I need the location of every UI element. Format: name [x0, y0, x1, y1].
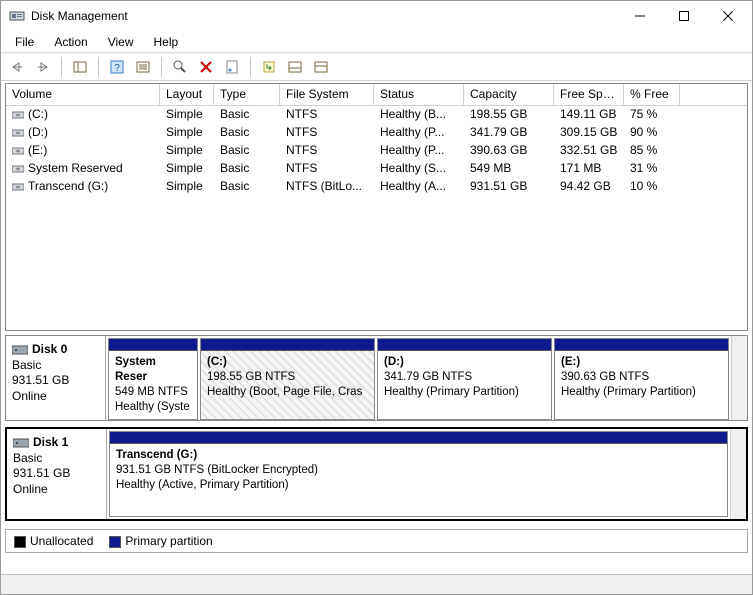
col-free-space[interactable]: Free Spa... — [554, 84, 624, 105]
explore-icon[interactable] — [168, 56, 192, 78]
disk-0-size: 931.51 GB — [12, 373, 99, 389]
col-type[interactable]: Type — [214, 84, 280, 105]
col-volume[interactable]: Volume — [6, 84, 160, 105]
disk-1-size: 931.51 GB — [13, 466, 100, 482]
partition-d[interactable]: (D:) 341.79 GB NTFS Healthy (Primary Par… — [377, 338, 552, 420]
volume-row[interactable]: System ReservedSimpleBasicNTFSHealthy (S… — [6, 160, 747, 178]
disk-1-header: Disk 1 Basic 931.51 GB Online — [7, 429, 107, 519]
drive-icon — [12, 128, 26, 138]
svg-text:?: ? — [114, 63, 120, 74]
status-bar — [1, 574, 752, 594]
disk-0-state: Online — [12, 389, 99, 405]
drive-icon — [12, 110, 26, 120]
bottom-settings-icon[interactable] — [283, 56, 307, 78]
col-pct-free[interactable]: % Free — [624, 84, 680, 105]
menu-action[interactable]: Action — [44, 33, 97, 51]
volume-row[interactable]: (D:)SimpleBasicNTFSHealthy (P...341.79 G… — [6, 124, 747, 142]
help-icon[interactable]: ? — [105, 56, 129, 78]
volume-row[interactable]: (C:)SimpleBasicNTFSHealthy (B...198.55 G… — [6, 106, 747, 124]
legend: Unallocated Primary partition — [5, 529, 748, 553]
col-file-system[interactable]: File System — [280, 84, 374, 105]
properties-icon[interactable] — [220, 56, 244, 78]
drive-icon — [12, 146, 26, 156]
title-bar: Disk Management — [1, 1, 752, 31]
disk-1-type: Basic — [13, 451, 100, 467]
col-layout[interactable]: Layout — [160, 84, 214, 105]
disk-icon — [12, 344, 28, 356]
volume-list: Volume Layout Type File System Status Ca… — [5, 83, 748, 331]
disk-0-name: Disk 0 — [32, 342, 67, 356]
volume-row[interactable]: Transcend (G:)SimpleBasicNTFS (BitLo...H… — [6, 178, 747, 196]
window-title: Disk Management — [31, 9, 618, 23]
drive-icon — [12, 164, 26, 174]
menu-view[interactable]: View — [98, 33, 144, 51]
menu-file[interactable]: File — [5, 33, 44, 51]
disk-1-state: Online — [13, 482, 100, 498]
scrollbar[interactable] — [730, 429, 746, 519]
partition-system-reserved[interactable]: System Reser 549 MB NTFS Healthy (Syste — [108, 338, 198, 420]
col-status[interactable]: Status — [374, 84, 464, 105]
disk-0-type: Basic — [12, 358, 99, 374]
disk-graphical-view: Disk 0 Basic 931.51 GB Online System Res… — [5, 335, 748, 527]
partition-c[interactable]: (C:) 198.55 GB NTFS Healthy (Boot, Page … — [200, 338, 375, 420]
menu-help[interactable]: Help — [144, 33, 189, 51]
disk-1-name: Disk 1 — [33, 435, 68, 449]
delete-icon[interactable] — [194, 56, 218, 78]
volume-row[interactable]: (E:)SimpleBasicNTFSHealthy (P...390.63 G… — [6, 142, 747, 160]
disk-1-row[interactable]: Disk 1 Basic 931.51 GB Online Transcend … — [5, 427, 748, 521]
legend-unallocated: Unallocated — [14, 534, 93, 548]
partition-e[interactable]: (E:) 390.63 GB NTFS Healthy (Primary Par… — [554, 338, 729, 420]
disk-0-row[interactable]: Disk 0 Basic 931.51 GB Online System Res… — [5, 335, 748, 421]
disk-0-header: Disk 0 Basic 931.51 GB Online — [6, 336, 106, 420]
maximize-button[interactable] — [662, 2, 706, 30]
partition-g[interactable]: Transcend (G:) 931.51 GB NTFS (BitLocker… — [109, 431, 728, 517]
forward-button[interactable] — [31, 56, 55, 78]
volume-list-header: Volume Layout Type File System Status Ca… — [6, 84, 747, 106]
col-capacity[interactable]: Capacity — [464, 84, 554, 105]
menu-bar: File Action View Help — [1, 31, 752, 53]
show-hide-console-tree-icon[interactable] — [68, 56, 92, 78]
refresh-icon[interactable] — [257, 56, 281, 78]
volume-list-body[interactable]: (C:)SimpleBasicNTFSHealthy (B...198.55 G… — [6, 106, 747, 330]
drive-icon — [12, 182, 26, 192]
app-icon — [9, 8, 25, 24]
top-settings-icon[interactable] — [309, 56, 333, 78]
minimize-button[interactable] — [618, 2, 662, 30]
back-button[interactable] — [5, 56, 29, 78]
legend-primary-partition: Primary partition — [109, 534, 212, 548]
disk-icon — [13, 437, 29, 449]
close-button[interactable] — [706, 2, 750, 30]
toolbar: ? — [1, 53, 752, 81]
scrollbar[interactable] — [731, 336, 747, 420]
action-list-icon[interactable] — [131, 56, 155, 78]
